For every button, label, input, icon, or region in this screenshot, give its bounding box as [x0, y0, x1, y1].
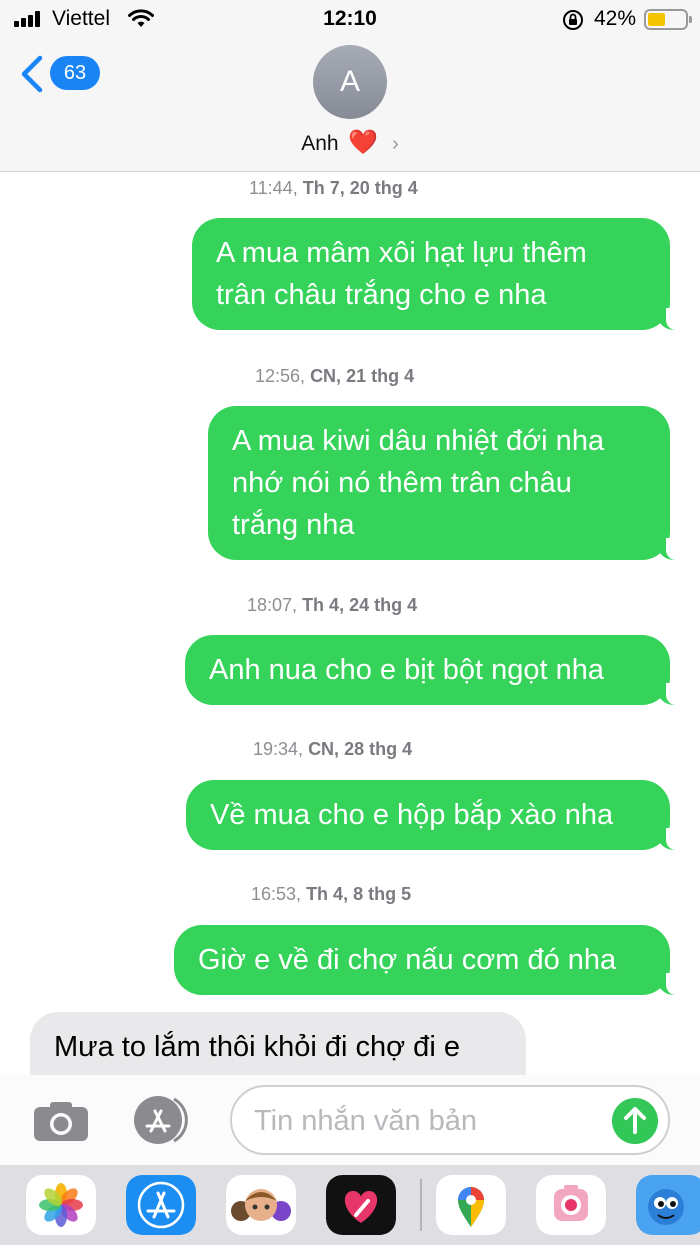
message-text-line: Giờ e về đi chợ nấu cơm đó nha — [198, 944, 617, 976]
battery-percent: 42% — [594, 7, 637, 30]
contact-name-button[interactable]: Anh ❤️ › — [0, 128, 700, 157]
sent-message-bubble[interactable]: Về mua cho e hộp bắp xào nha — [186, 780, 686, 850]
drawer-divider — [420, 1179, 422, 1231]
sent-message-bubble[interactable]: Giờ e về đi chợ nấu cơm đó nha — [174, 925, 686, 995]
message-timestamp: 11:44, Th 7, 20 thg 4 — [249, 178, 418, 198]
sent-message-bubble[interactable]: A mua kiwi dâu nhiệt đới nha nhớ nói nó … — [208, 406, 686, 560]
app-drawer — [0, 1165, 700, 1245]
message-text-line: trân châu trắng cho e nha — [216, 279, 547, 311]
chevron-right-icon: › — [392, 133, 399, 155]
game-character-icon[interactable] — [636, 1175, 700, 1235]
heart-emoji: ❤️ — [348, 129, 379, 156]
contact-name: Anh — [301, 132, 339, 155]
message-timestamp: 18:07, Th 4, 24 thg 4 — [247, 595, 418, 615]
message-text-line: trắng nha — [232, 509, 355, 541]
message-timestamp: 16:53, Th 4, 8 thg 5 — [251, 884, 412, 904]
message-text-line: Về mua cho e hộp bắp xào nha — [210, 799, 614, 831]
app-store-icon[interactable] — [130, 1095, 196, 1145]
battery-icon — [644, 9, 692, 30]
message-text-line: Anh nua cho e bịt bột ngọt nha — [209, 654, 605, 686]
digital-touch-icon[interactable] — [326, 1175, 396, 1235]
message-text-line: A mua mâm xôi hạt lựu thêm — [216, 237, 587, 269]
message-text-line: Mưa to lắm thôi khỏi đi chợ đi e — [54, 1031, 460, 1063]
received-message-bubble[interactable]: Mưa to lắm thôi khỏi đi chợ đi e — [30, 1012, 526, 1075]
send-arrow-icon[interactable] — [612, 1098, 658, 1144]
camera-sticker-icon[interactable] — [536, 1175, 606, 1235]
avatar[interactable]: A — [313, 45, 387, 119]
unread-count-badge: 63 — [50, 56, 100, 90]
back-button[interactable]: 63 — [18, 52, 108, 96]
message-timestamp: 19:34, CN, 28 thg 4 — [253, 739, 413, 759]
rotation-lock-icon — [563, 10, 583, 30]
camera-icon[interactable] — [32, 1099, 90, 1143]
battery-fill — [648, 13, 665, 26]
status-bar: Viettel 12:10 42% — [0, 0, 700, 40]
sent-message-bubble[interactable]: Anh nua cho e bịt bột ngọt nha — [185, 635, 686, 705]
sent-message-bubble[interactable]: A mua mâm xôi hạt lựu thêm trân châu trắ… — [192, 218, 686, 330]
conversation-header: 63 A Anh ❤️ › — [0, 40, 700, 172]
message-timestamp: 12:56, CN, 21 thg 4 — [255, 366, 415, 386]
message-input-field[interactable] — [230, 1085, 670, 1155]
compose-bar — [0, 1075, 700, 1165]
photos-icon[interactable] — [26, 1175, 96, 1235]
memoji-icon[interactable] — [226, 1175, 296, 1235]
app-store-icon[interactable] — [126, 1175, 196, 1235]
message-text-line: A mua kiwi dâu nhiệt đới nha — [232, 425, 605, 457]
google-maps-icon[interactable] — [436, 1175, 506, 1235]
chevron-left-icon — [21, 55, 43, 93]
message-input[interactable] — [254, 1099, 614, 1143]
message-text-line: nhớ nói nó thêm trân châu — [232, 467, 572, 499]
